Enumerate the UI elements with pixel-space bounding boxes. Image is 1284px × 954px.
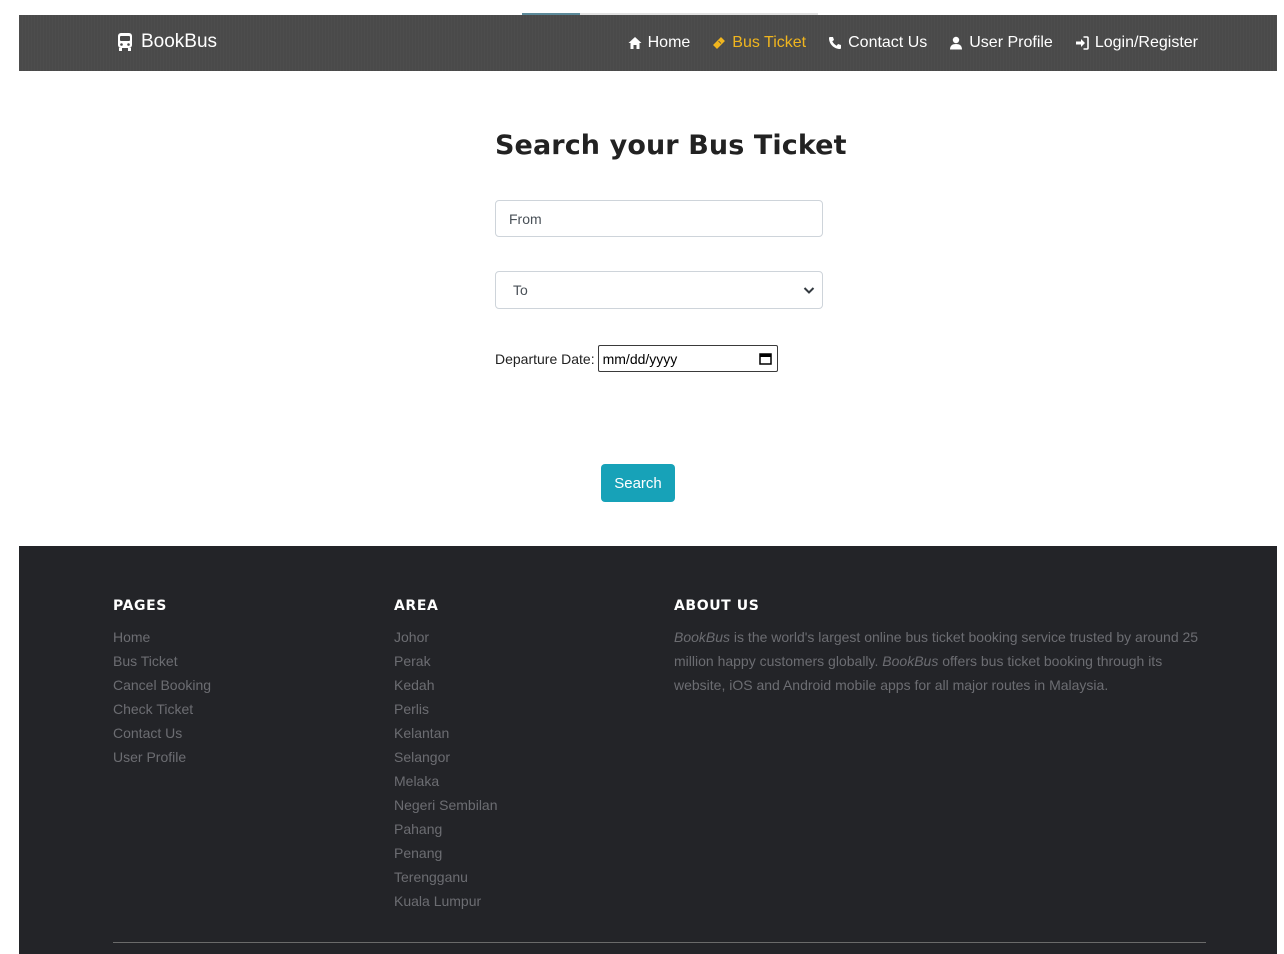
footer-about-title: ABOUT US bbox=[674, 598, 760, 614]
about-brand-1: BookBus bbox=[674, 629, 731, 645]
footer-link-user-profile[interactable]: User Profile bbox=[113, 745, 211, 769]
browser-top-strip bbox=[0, 0, 1284, 15]
nav-login-register[interactable]: Login/Register bbox=[1075, 34, 1198, 52]
footer-pages-list: Home Bus Ticket Cancel Booking Check Tic… bbox=[113, 625, 211, 769]
sign-in-icon bbox=[1075, 36, 1089, 50]
nav-bus-ticket-label: Bus Ticket bbox=[732, 34, 807, 51]
footer-area-list: Johor Perak Kedah Perlis Kelantan Selang… bbox=[394, 625, 498, 913]
chevron-down-icon bbox=[803, 287, 815, 294]
footer-link-check-ticket[interactable]: Check Ticket bbox=[113, 697, 211, 721]
footer-area-negeri-sembilan[interactable]: Negeri Sembilan bbox=[394, 793, 498, 817]
nav-bus-ticket[interactable]: Bus Ticket bbox=[712, 34, 806, 52]
footer-area-kelantan[interactable]: Kelantan bbox=[394, 721, 498, 745]
date-placeholder: mm/dd/yyyy bbox=[602, 350, 678, 367]
footer-area-terengganu[interactable]: Terengganu bbox=[394, 865, 498, 889]
footer-area-pahang[interactable]: Pahang bbox=[394, 817, 498, 841]
nav-login-register-label: Login/Register bbox=[1094, 34, 1198, 51]
footer-area-title: AREA bbox=[394, 598, 439, 614]
main-nav: Home Bus Ticket Contact Us User Profile … bbox=[628, 34, 1198, 52]
footer-area-column: AREA Johor Perak Kedah Perlis Kelantan S… bbox=[394, 598, 498, 913]
navbar: BookBus Home Bus Ticket Contact Us User … bbox=[19, 15, 1277, 71]
footer: PAGES Home Bus Ticket Cancel Booking Che… bbox=[19, 546, 1277, 954]
about-brand-2: BookBus bbox=[882, 653, 939, 669]
to-selected-value: To bbox=[513, 282, 528, 298]
to-select[interactable]: To bbox=[495, 271, 823, 309]
footer-area-kedah[interactable]: Kedah bbox=[394, 673, 498, 697]
phone-icon bbox=[829, 37, 842, 49]
footer-pages-column: PAGES Home Bus Ticket Cancel Booking Che… bbox=[113, 598, 211, 769]
home-icon bbox=[628, 37, 642, 49]
footer-pages-title: PAGES bbox=[113, 598, 167, 614]
nav-contact-us-label: Contact Us bbox=[848, 34, 928, 51]
from-input[interactable]: From bbox=[495, 200, 823, 237]
footer-divider bbox=[113, 942, 1206, 943]
nav-user-profile-label: User Profile bbox=[969, 34, 1053, 51]
footer-link-home[interactable]: Home bbox=[113, 625, 211, 649]
footer-area-kuala-lumpur[interactable]: Kuala Lumpur bbox=[394, 889, 498, 913]
user-icon bbox=[950, 36, 963, 50]
from-placeholder: From bbox=[509, 210, 542, 227]
departure-date-input[interactable]: mm/dd/yyyy bbox=[597, 345, 778, 372]
footer-area-johor[interactable]: Johor bbox=[394, 625, 498, 649]
footer-link-bus-ticket[interactable]: Bus Ticket bbox=[113, 649, 211, 673]
departure-date-row: Departure Date: mm/dd/yyyy bbox=[495, 345, 778, 372]
page: BookBus Home Bus Ticket Contact Us User … bbox=[0, 0, 1284, 954]
footer-link-contact-us[interactable]: Contact Us bbox=[113, 721, 211, 745]
nav-home-label: Home bbox=[647, 34, 691, 51]
footer-area-penang[interactable]: Penang bbox=[394, 841, 498, 865]
nav-home[interactable]: Home bbox=[628, 34, 691, 52]
footer-about-text: BookBus is the world's largest online bu… bbox=[674, 625, 1214, 697]
footer-area-selangor[interactable]: Selangor bbox=[394, 745, 498, 769]
page-title: Search your Bus Ticket bbox=[495, 130, 847, 161]
bus-icon bbox=[118, 33, 132, 51]
ticket-icon bbox=[712, 36, 727, 50]
footer-area-perlis[interactable]: Perlis bbox=[394, 697, 498, 721]
nav-user-profile[interactable]: User Profile bbox=[949, 34, 1053, 52]
search-button[interactable]: Search bbox=[601, 464, 675, 502]
calendar-icon[interactable] bbox=[758, 352, 772, 365]
brand-link[interactable]: BookBus bbox=[115, 31, 217, 53]
footer-about-column: ABOUT US BookBus is the world's largest … bbox=[674, 598, 1214, 697]
brand-name: BookBus bbox=[141, 31, 218, 52]
footer-area-melaka[interactable]: Melaka bbox=[394, 769, 498, 793]
departure-date-label: Departure Date: bbox=[495, 350, 595, 367]
nav-contact-us[interactable]: Contact Us bbox=[828, 34, 927, 52]
footer-area-perak[interactable]: Perak bbox=[394, 649, 498, 673]
footer-link-cancel-booking[interactable]: Cancel Booking bbox=[113, 673, 211, 697]
